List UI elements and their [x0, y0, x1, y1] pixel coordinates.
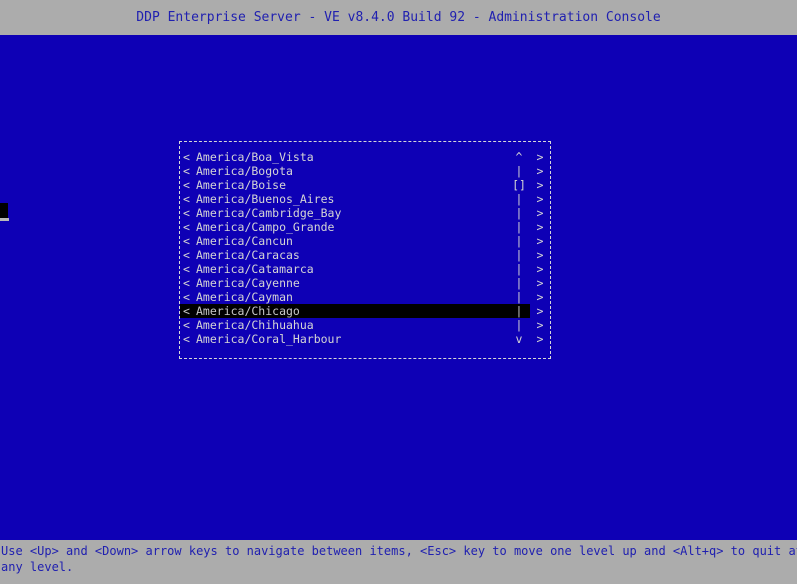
- status-bar-line-2: any level.: [1, 560, 74, 574]
- list-item-label: America/Chicago: [193, 304, 508, 318]
- right-arrow-icon: >: [536, 318, 544, 332]
- list-item[interactable]: < America/Chicago | >: [180, 304, 550, 318]
- list-item-label: America/Boa_Vista: [196, 150, 314, 164]
- left-arrow-icon: <: [183, 150, 190, 164]
- list-item[interactable]: < America/Boa_Vista ^ >: [180, 150, 550, 164]
- list-item-label: America/Catamarca: [196, 262, 314, 276]
- list-item[interactable]: < America/Bogota | >: [180, 164, 550, 178]
- list-item-label: America/Bogota: [196, 164, 293, 178]
- left-arrow-icon: <: [183, 164, 190, 178]
- terminal-cursor-underline: [0, 218, 9, 221]
- right-arrow-icon: >: [536, 206, 544, 220]
- left-arrow-icon: <: [183, 290, 190, 304]
- list-item-label: America/Cancun: [196, 234, 293, 248]
- list-item[interactable]: < America/Boise [] >: [180, 178, 550, 192]
- list-item-label: America/Buenos_Aires: [196, 192, 335, 206]
- right-arrow-icon: >: [536, 150, 544, 164]
- left-arrow-icon: <: [183, 262, 190, 276]
- list-item-label: America/Chihuahua: [196, 318, 314, 332]
- list-item[interactable]: < America/Chihuahua | >: [180, 318, 550, 332]
- left-arrow-icon: <: [183, 332, 190, 346]
- list-item[interactable]: < America/Campo_Grande | >: [180, 220, 550, 234]
- list-item[interactable]: < America/Caracas | >: [180, 248, 550, 262]
- scrollbar-cell[interactable]: |: [508, 276, 530, 290]
- right-arrow-icon: >: [536, 332, 544, 346]
- left-arrow-icon: <: [183, 234, 190, 248]
- scrollbar-cell[interactable]: |: [508, 220, 530, 234]
- right-arrow-icon: >: [536, 220, 544, 234]
- scrollbar-cell[interactable]: |: [508, 234, 530, 248]
- list-item-label: America/Cayman: [196, 290, 293, 304]
- list-item[interactable]: < America/Buenos_Aires | >: [180, 192, 550, 206]
- left-arrow-icon: <: [183, 178, 190, 192]
- left-arrow-icon: <: [183, 248, 190, 262]
- scrollbar-cell[interactable]: |: [508, 248, 530, 262]
- status-bar-line-1: Use <Up> and <Down> arrow keys to naviga…: [1, 544, 797, 558]
- list-item[interactable]: < America/Coral_Harbour v >: [180, 332, 550, 346]
- terminal-cursor-block: [0, 203, 8, 218]
- right-arrow-icon: >: [536, 178, 544, 192]
- left-arrow-icon: <: [183, 318, 190, 332]
- right-arrow-icon: >: [536, 262, 544, 276]
- timezone-selection-dialog: < America/Boa_Vista ^ > < America/Bogota | > < Am…: [179, 141, 551, 359]
- list-item-label: America/Campo_Grande: [196, 220, 335, 234]
- right-arrow-icon: >: [536, 248, 544, 262]
- list-item-label: America/Boise: [196, 178, 287, 192]
- list-item[interactable]: < America/Cambridge_Bay | >: [180, 206, 550, 220]
- scrollbar-cell[interactable]: |: [508, 192, 530, 206]
- left-arrow-icon: <: [183, 276, 190, 290]
- right-arrow-icon: >: [536, 290, 544, 304]
- scrollbar-cell[interactable]: |: [508, 290, 530, 304]
- left-arrow-icon: <: [183, 206, 190, 220]
- scrollbar-cell[interactable]: |: [508, 304, 530, 318]
- title-bar: DDP Enterprise Server - VE v8.4.0 Build …: [0, 0, 797, 35]
- scrollbar-cell[interactable]: |: [508, 318, 530, 332]
- timezone-list[interactable]: < America/Boa_Vista ^ > < America/Bogota | > < Am…: [180, 150, 550, 346]
- scrollbar-cell[interactable]: |: [508, 262, 530, 276]
- list-item-label: America/Cambridge_Bay: [196, 206, 342, 220]
- right-arrow-icon: >: [536, 234, 544, 248]
- scrollbar-cell[interactable]: v: [508, 332, 530, 346]
- scrollbar-cell[interactable]: []: [508, 178, 530, 192]
- right-arrow-icon: >: [536, 164, 544, 178]
- left-arrow-icon: <: [180, 304, 193, 318]
- list-item[interactable]: < America/Cayman | >: [180, 290, 550, 304]
- status-bar: Use <Up> and <Down> arrow keys to naviga…: [0, 540, 797, 584]
- page-title: DDP Enterprise Server - VE v8.4.0 Build …: [136, 10, 661, 25]
- scrollbar-cell[interactable]: ^: [508, 150, 530, 164]
- console-screen: DDP Enterprise Server - VE v8.4.0 Build …: [0, 0, 797, 584]
- list-item-label: America/Coral_Harbour: [196, 332, 342, 346]
- list-item[interactable]: < America/Cayenne | >: [180, 276, 550, 290]
- list-item[interactable]: < America/Catamarca | >: [180, 262, 550, 276]
- list-item-label: America/Caracas: [196, 248, 300, 262]
- right-arrow-icon: >: [536, 304, 544, 318]
- right-arrow-icon: >: [536, 276, 544, 290]
- list-item-label: America/Cayenne: [196, 276, 300, 290]
- terminal-area: < America/Boa_Vista ^ > < America/Bogota | > < Am…: [0, 35, 797, 540]
- left-arrow-icon: <: [183, 192, 190, 206]
- list-item[interactable]: < America/Cancun | >: [180, 234, 550, 248]
- left-arrow-icon: <: [183, 220, 190, 234]
- right-arrow-icon: >: [536, 192, 544, 206]
- scrollbar-cell[interactable]: |: [508, 164, 530, 178]
- scrollbar-cell[interactable]: |: [508, 206, 530, 220]
